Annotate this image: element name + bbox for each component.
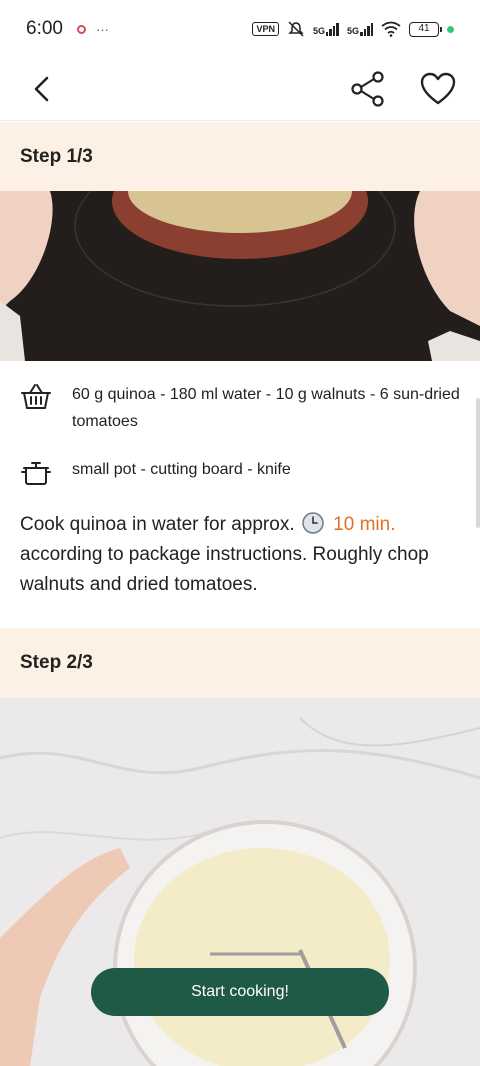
step-2-header: Step 2/3 [0,628,480,698]
status-bar: 6:00 ··· VPN 5G 5G 41 [0,0,480,58]
tools-text: small pot - cutting board - knife [72,461,291,478]
timer-duration[interactable]: 10 min. [333,514,395,535]
notification-icon [76,24,86,34]
tools-row: small pot - cutting board - knife [20,456,460,488]
signal-1-icon: 5G [313,22,339,36]
start-cooking-button[interactable]: Start cooking! [91,968,389,1016]
nav-divider [0,120,480,121]
wifi-icon [381,21,401,37]
pot-icon [21,462,51,485]
instruction-before: Cook quinoa in water for approx. [20,514,295,535]
ingredients-text: 60 g quinoa - 180 ml water - 10 g walnut… [72,386,460,430]
step-1-header: Step 1/3 [0,122,480,192]
status-time: 6:00 [26,18,63,39]
scrollbar[interactable] [476,398,480,528]
favorite-button[interactable] [416,67,460,111]
heart-icon [420,72,456,105]
top-nav [0,58,480,120]
status-right-icons: VPN 5G 5G 41 [252,21,454,37]
step-1-photo [0,191,480,361]
clock-icon [302,512,324,534]
chevron-left-icon [34,76,49,102]
nav-actions [346,67,460,111]
ingredients-row: 60 g quinoa - 180 ml water - 10 g walnut… [20,381,460,435]
back-button[interactable] [20,67,64,111]
mute-icon [288,21,304,37]
share-button[interactable] [346,67,390,111]
step-1-photo-image [0,191,480,361]
more-notifications-icon: ··· [95,21,109,37]
step-2-title: Step 2/3 [20,652,93,673]
signal-2-icon: 5G [347,22,373,36]
status-left-icons: ··· [76,21,109,37]
instruction-after: according to package instructions. Rough… [20,544,429,595]
share-icon [351,71,384,107]
step-1-instruction: Cook quinoa in water for approx. 10 min.… [20,510,465,600]
battery-icon: 41 [409,21,442,37]
vpn-icon: VPN [252,22,279,36]
privacy-indicator-icon [447,25,454,33]
step-1-title: Step 1/3 [20,146,93,167]
basket-icon [21,384,51,409]
